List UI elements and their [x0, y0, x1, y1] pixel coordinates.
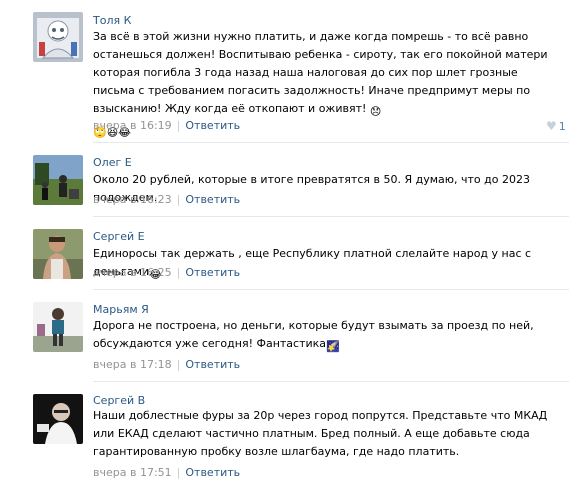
comment-meta: вчера в 16:23 | Ответить [93, 193, 240, 206]
like-button[interactable]: ♥ 1 [546, 119, 566, 133]
comment-date[interactable]: вчера в 17:51 [93, 466, 172, 479]
comment-meta: вчера в 16:25 | Ответить [93, 266, 240, 279]
meta-separator: | [176, 266, 181, 279]
avatar[interactable] [33, 12, 83, 62]
avatar[interactable] [33, 302, 83, 352]
comments-list: Толя К За всё в этой жизни нужно платить… [0, 0, 581, 488]
meta-separator: | [176, 193, 181, 206]
comment-divider [93, 216, 569, 217]
reply-button[interactable]: Ответить [185, 119, 240, 132]
avatar[interactable] [33, 155, 83, 205]
avatar[interactable] [33, 229, 83, 279]
reply-button[interactable]: Ответить [185, 358, 240, 371]
comment-divider [93, 142, 569, 143]
like-count: 1 [558, 120, 566, 133]
shooting-star-emoji-icon: 🌠 [326, 340, 340, 353]
comment-text-body: Дорога не построена, но деньги, которые … [93, 319, 534, 350]
meta-separator: | [176, 358, 181, 371]
comment-divider [93, 381, 569, 382]
comment-author[interactable]: Марьям Я [93, 303, 149, 316]
comment-text: Дорога не построена, но деньги, которые … [93, 317, 563, 356]
comment-date[interactable]: вчера в 16:25 [93, 266, 172, 279]
disappointed-emoji-icon: 😞 [369, 105, 382, 118]
comment-date[interactable]: вчера в 16:23 [93, 193, 172, 206]
comment-author[interactable]: Сергей В [93, 394, 145, 407]
comment-author[interactable]: Олег Е [93, 156, 132, 169]
comment-date[interactable]: вчера в 16:19 [93, 119, 172, 132]
comment-author[interactable]: Толя К [93, 14, 131, 27]
comment-author[interactable]: Сергей Е [93, 230, 145, 243]
avatar[interactable] [33, 394, 83, 444]
comment-date[interactable]: вчера в 17:18 [93, 358, 172, 371]
comment-text: Наши доблестные фуры за 20р через город … [93, 407, 563, 461]
comment-meta: вчера в 17:51 | Ответить [93, 466, 240, 479]
comment-divider [93, 289, 569, 290]
meta-separator: | [176, 119, 181, 132]
reply-button[interactable]: Ответить [185, 466, 240, 479]
reply-button[interactable]: Ответить [185, 266, 240, 279]
meta-separator: | [176, 466, 181, 479]
comment-meta: вчера в 17:18 | Ответить [93, 358, 240, 371]
reply-button[interactable]: Ответить [185, 193, 240, 206]
comment-text-body: Наши доблестные фуры за 20р через город … [93, 409, 548, 458]
comment-meta: вчера в 16:19 | Ответить [93, 119, 240, 132]
heart-icon: ♥ [546, 119, 557, 133]
comment-text-body: За всё в этой жизни нужно платить, и даж… [93, 30, 548, 115]
